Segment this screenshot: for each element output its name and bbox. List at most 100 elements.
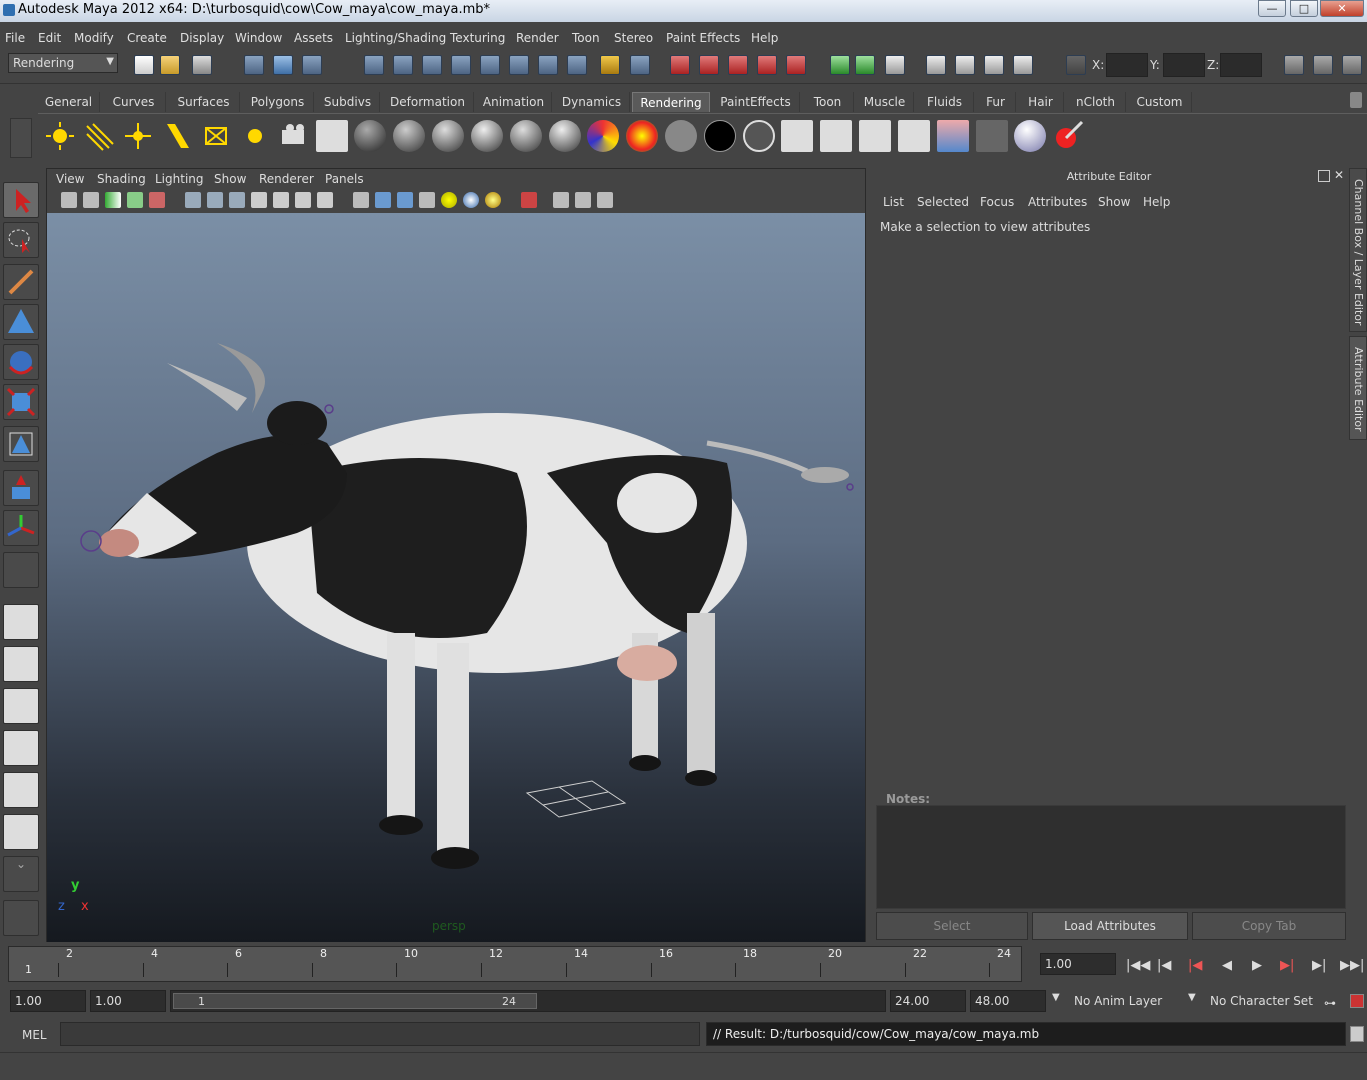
auto-key-icon[interactable] [1350,994,1364,1008]
x-field[interactable] [1106,53,1148,77]
volume-light-icon[interactable] [239,120,271,152]
trash-icon[interactable] [1350,92,1362,108]
select-camera-icon[interactable] [61,192,77,208]
show-manipulator-icon[interactable] [3,510,39,546]
snap-plane-icon[interactable] [451,55,471,75]
field-chart-icon[interactable] [273,192,289,208]
lock-icon[interactable] [600,55,620,75]
lambert-icon[interactable] [393,120,425,152]
high-quality-icon[interactable] [485,192,501,208]
viewport-scene[interactable]: y x z persp [47,213,865,942]
history-icon[interactable] [538,55,558,75]
menu-render[interactable]: Render [516,31,559,45]
surface-shader-icon[interactable] [354,120,386,152]
tab-general[interactable]: General [38,92,100,112]
shadows-icon[interactable] [463,192,479,208]
select-component-icon[interactable] [302,55,322,75]
use-all-lights-icon[interactable] [441,192,457,208]
mental-ray-icon[interactable] [1014,120,1046,152]
safe-action-icon[interactable] [295,192,311,208]
menu-create[interactable]: Create [127,31,167,45]
menu-modify[interactable]: Modify [74,31,114,45]
xray-components-icon[interactable] [597,192,613,208]
select-object-icon[interactable] [273,55,293,75]
menu-edit[interactable]: Edit [38,31,61,45]
range-slider-handle[interactable]: 1 24 [173,993,537,1009]
ipr-render-icon[interactable] [699,55,719,75]
vp-menu-view[interactable]: View [56,172,84,186]
directional-light-icon[interactable] [83,120,115,152]
menu-display[interactable]: Display [180,31,224,45]
playback-start-field[interactable]: 1.00 [90,990,166,1012]
snap-point-icon[interactable] [422,55,442,75]
tab-fluids[interactable]: Fluids [916,92,974,112]
copy-tab-button[interactable]: Copy Tab [1192,912,1346,940]
resolution-gate-icon[interactable] [229,192,245,208]
menu-paint-effects[interactable]: Paint Effects [666,31,740,45]
close-button[interactable]: ✕ [1320,0,1364,17]
menu-toon[interactable]: Toon [572,31,600,45]
menu-set-dropdown[interactable]: Rendering ▼ [8,53,118,73]
new-scene-icon[interactable] [134,55,154,75]
film-gate-icon[interactable] [207,192,223,208]
wireframe-on-shaded-icon[interactable] [397,192,413,208]
end-time-field[interactable]: 48.00 [970,990,1046,1012]
tab-dynamics[interactable]: Dynamics [554,92,630,112]
phong-icon[interactable] [471,120,503,152]
attribute-editor-toggle-icon[interactable] [1284,55,1304,75]
textured-icon[interactable] [419,192,435,208]
black-swatch-icon[interactable] [704,120,736,152]
last-tool-icon[interactable] [3,552,39,588]
render-view-icon[interactable] [926,55,946,75]
transform-mode-icon[interactable] [1066,55,1086,75]
two-d-pan-icon[interactable] [149,192,165,208]
channel-box-tab[interactable]: Channel Box / Layer Editor [1349,168,1367,332]
render-globals-icon[interactable] [1013,55,1033,75]
scale-tool-icon[interactable] [3,384,39,420]
image-plane-icon[interactable] [127,192,143,208]
tab-subdivs[interactable]: Subdivs [316,92,380,112]
grid-icon[interactable] [185,192,201,208]
ae-menu-focus[interactable]: Focus [980,195,1014,209]
ambient-light-icon[interactable] [44,120,76,152]
menu-lighting-shading[interactable]: Lighting/Shading [345,31,446,45]
menu-stereo[interactable]: Stereo [614,31,653,45]
dope-sheet-layout-icon[interactable] [3,814,39,850]
ae-menu-help[interactable]: Help [1143,195,1170,209]
tab-hair[interactable]: Hair [1018,92,1064,112]
ae-menu-selected[interactable]: Selected [917,195,969,209]
key-icon[interactable]: ⊶ [1324,996,1336,1010]
menu-help[interactable]: Help [751,31,778,45]
hypershade-layout-icon[interactable] [3,772,39,808]
layout-menu-icon[interactable]: ⌄ [3,856,39,892]
start-time-field[interactable]: 1.00 [10,990,86,1012]
open-scene-icon[interactable] [160,55,180,75]
render-globals-shelf-icon[interactable] [316,120,348,152]
lasso-tool-icon[interactable] [3,222,39,258]
ae-menu-attributes[interactable]: Attributes [1028,195,1087,209]
universal-manipulator-icon[interactable] [3,426,39,462]
xray-joints-icon[interactable] [575,192,591,208]
wireframe-icon[interactable] [353,192,369,208]
vp-menu-shading[interactable]: Shading [97,172,146,186]
step-forward-key-icon[interactable]: ▶| [1280,958,1294,973]
tab-deformation[interactable]: Deformation [382,92,474,112]
range-slider[interactable]: 1 24 [170,990,886,1012]
shelf-menu-handle[interactable] [10,118,32,158]
tab-painteffects[interactable]: PaintEffects [712,92,800,112]
render-current-icon[interactable] [955,55,975,75]
anisotropic-icon[interactable] [549,120,581,152]
vp-menu-show[interactable]: Show [214,172,246,186]
clapper-icon-1[interactable] [781,120,813,152]
four-view-layout-icon[interactable] [3,646,39,682]
input-mode-icon[interactable] [855,55,875,75]
magnet-icon[interactable] [786,55,806,75]
single-perspective-layout-icon[interactable] [3,604,39,640]
channel-box-toggle-icon[interactable] [1342,55,1362,75]
render-settings-icon[interactable] [728,55,748,75]
tab-toon[interactable]: Toon [802,92,854,112]
play-backward-icon[interactable]: ◀ [1222,958,1232,973]
menu-texturing[interactable]: Texturing [450,31,505,45]
select-tool-icon[interactable] [3,182,39,218]
save-scene-icon[interactable] [192,55,212,75]
